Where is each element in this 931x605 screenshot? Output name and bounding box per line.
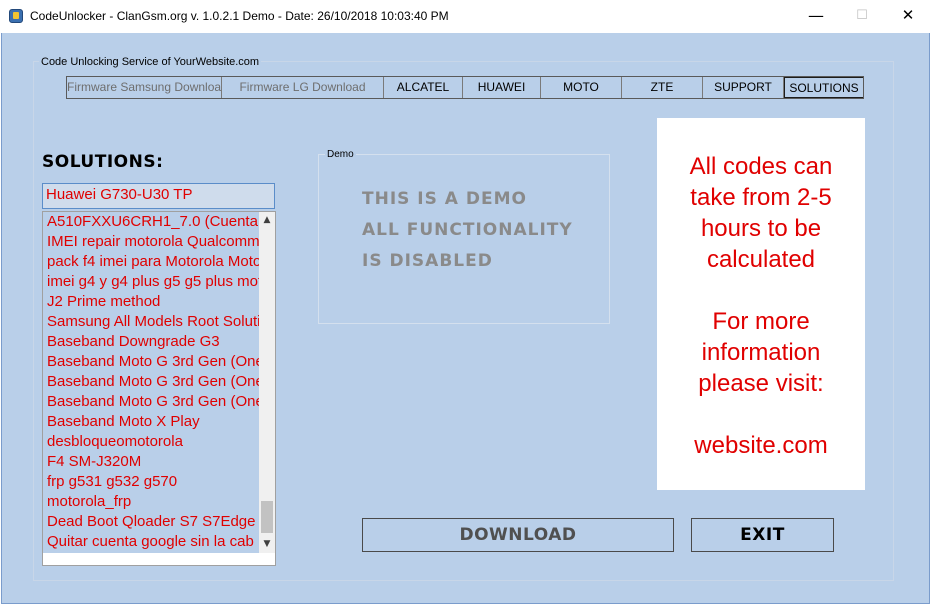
app-icon	[9, 9, 23, 23]
list-item[interactable]: IMEI repair motorola Qualcomm	[43, 232, 259, 252]
service-group-title: Code Unlocking Service of YourWebsite.co…	[39, 56, 262, 68]
title-bar: CodeUnlocker - ClanGsm.org v. 1.0.2.1 De…	[0, 0, 931, 33]
demo-line-2: ALL FUNCTIONALITY	[362, 220, 573, 240]
info-message: All codes can take from 2-5 hours to be …	[689, 153, 833, 459]
tab-firmware-lg[interactable]: Firmware LG Download	[222, 77, 384, 98]
list-item[interactable]: motorola_frp	[43, 492, 259, 512]
minimize-button[interactable]: —	[793, 0, 839, 33]
demo-line-1: THIS IS A DEMO	[362, 189, 527, 209]
scroll-up-icon[interactable]: ▲	[259, 212, 275, 229]
solutions-heading: SOLUTIONS:	[42, 152, 164, 172]
list-item[interactable]: Samsung All Models Root Solution	[43, 312, 259, 332]
maximize-button: ☐	[856, 8, 868, 23]
list-scrollbar[interactable]: ▲ ▼	[259, 212, 275, 553]
demo-line-3: IS DISABLED	[362, 251, 493, 271]
list-item[interactable]: Dead Boot Qloader S7 S7Edge	[43, 512, 259, 532]
tab-solutions[interactable]: SOLUTIONS	[784, 77, 863, 98]
demo-notice: THIS IS A DEMO ALL FUNCTIONALITY IS DISA…	[362, 184, 573, 277]
tab-firmware-samsung[interactable]: Firmware Samsung Download	[67, 77, 222, 98]
tab-strip: Firmware Samsung Download Firmware LG Do…	[66, 76, 864, 99]
info-panel: All codes can take from 2-5 hours to be …	[657, 118, 865, 490]
tab-alcatel[interactable]: ALCATEL	[384, 77, 463, 98]
list-item[interactable]: Baseband Moto G 3rd Gen (One	[43, 372, 259, 392]
list-item[interactable]: imei g4 y g4 plus g5 g5 plus moto	[43, 272, 259, 292]
list-item[interactable]: frp g531 g532 g570	[43, 472, 259, 492]
list-item[interactable]: Baseband Downgrade G3	[43, 332, 259, 352]
scroll-thumb[interactable]	[261, 501, 273, 533]
tab-support[interactable]: SUPPORT	[703, 77, 784, 98]
list-item[interactable]: pack f4 imei para Motorola Moto	[43, 252, 259, 272]
solutions-list[interactable]: A510FXXU6CRH1_7.0 (Cuenta IMEI repair mo…	[42, 211, 276, 566]
scroll-down-icon[interactable]: ▼	[259, 536, 275, 553]
list-item[interactable]: desbloqueomotorola	[43, 432, 259, 452]
tab-huawei[interactable]: HUAWEI	[463, 77, 541, 98]
exit-button[interactable]: EXIT	[691, 518, 834, 552]
main-window: Code Unlocking Service of YourWebsite.co…	[1, 33, 930, 604]
tab-moto[interactable]: MOTO	[541, 77, 622, 98]
close-button[interactable]: ✕	[885, 0, 931, 33]
list-item[interactable]: Baseband Moto X Play	[43, 412, 259, 432]
download-button[interactable]: DOWNLOAD	[362, 518, 674, 552]
list-item[interactable]: J2 Prime method	[43, 292, 259, 312]
solutions-list-items: A510FXXU6CRH1_7.0 (Cuenta IMEI repair mo…	[43, 212, 259, 553]
list-item[interactable]: F4 SM-J320M	[43, 452, 259, 472]
solution-selected-field[interactable]: Huawei G730-U30 TP	[42, 183, 275, 209]
window-title: CodeUnlocker - ClanGsm.org v. 1.0.2.1 De…	[30, 9, 449, 23]
list-item[interactable]: Quitar cuenta google sin la cab	[43, 532, 259, 552]
list-item[interactable]: Baseband Moto G 3rd Gen (One	[43, 392, 259, 412]
list-item[interactable]: Baseband Moto G 3rd Gen (One	[43, 352, 259, 372]
tab-zte[interactable]: ZTE	[622, 77, 703, 98]
list-item[interactable]: A510FXXU6CRH1_7.0 (Cuenta	[43, 212, 259, 232]
demo-group-title: Demo	[325, 149, 356, 160]
